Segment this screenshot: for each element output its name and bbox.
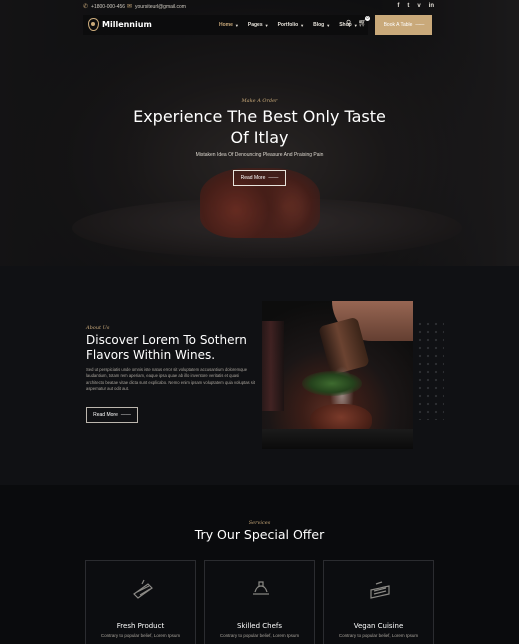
chevron-down-icon: ▼ [264,22,269,28]
card-text: Contrary to popular belief, Lorem Ipsum [338,633,419,638]
card-text: Contrary to popular belief, Lorem Ipsum [100,633,181,638]
offer-card-vegan-cuisine[interactable]: Vegan Cuisine Contrary to popular belief… [323,560,434,644]
card-title: Skilled Chefs [236,622,283,630]
about-subtitle: About Us [86,325,110,331]
offer-subtitle: Services [248,520,271,526]
nav-item-blog[interactable]: Blog ▼ [313,22,330,28]
dish-icon [366,576,394,604]
about-read-more-button[interactable]: Read More —— [86,407,138,423]
hero-subtitle: Make A Order [241,98,278,104]
main-navigation: Millennium Home ▼ Pages ▼ Portfolio ▼ Blog ▼… [83,15,371,35]
about-text: Sed ut perspiciatis unde omnis iste natu… [86,367,255,391]
hero-title: Experience The Best Only Taste Of Itlay [133,107,386,147]
twitter-icon[interactable]: t [407,3,409,9]
social-links: f t v in [397,3,434,9]
email-contact[interactable]: ✉ yoursiteurl@gmail.com [127,3,186,11]
linkedin-icon[interactable]: in [429,3,434,9]
cart-count-badge: 0 [365,16,371,21]
top-bar: ✆ +1800-000-456 ✉ yoursiteurl@gmail.com … [83,3,437,13]
brand-name: Millennium [102,20,152,29]
about-steak-image [262,301,413,449]
nav-item-home[interactable]: Home ▼ [219,22,239,28]
offer-card-skilled-chefs[interactable]: Skilled Chefs Contrary to popular belief… [204,560,315,644]
cart-icon[interactable]: 🛒︎ 0 [358,16,371,27]
offer-title: Try Our Special Offer [194,527,325,542]
hero-read-more-button[interactable]: Read More —— [233,170,286,186]
chevron-down-icon: ▼ [234,22,239,28]
nav-item-pages[interactable]: Pages ▼ [248,22,269,28]
nav-item-portfolio[interactable]: Portfolio ▼ [278,22,305,28]
book-table-button[interactable]: Book A Table —— [375,15,432,35]
about-title: Discover Lorem To Sothern Flavors Within… [86,333,247,362]
card-title: Fresh Product [116,622,165,630]
brand-logo[interactable]: Millennium [88,18,152,31]
vimeo-icon[interactable]: v [417,3,420,9]
arrow-line-icon: —— [120,412,131,418]
nav-menu: Home ▼ Pages ▼ Portfolio ▼ Blog ▼ Shop ▼ [219,15,367,35]
facebook-icon[interactable]: f [397,3,399,9]
search-icon[interactable]: ⚲ [346,19,351,27]
nav-icons: ⚲ 🛒︎ 0 [346,16,371,27]
grill-icon [128,576,156,604]
card-text: Contrary to popular belief, Lorem Ipsum [219,633,300,638]
arrow-line-icon: —— [268,175,279,181]
chevron-down-icon: ▼ [300,22,305,28]
email-address: yoursiteurl@gmail.com [135,3,186,10]
decorative-dot-pattern [416,320,444,420]
phone-contact[interactable]: ✆ +1800-000-456 [83,3,126,11]
offer-card-fresh-product[interactable]: Fresh Product Contrary to popular belief… [85,560,196,644]
phone-number: +1800-000-456 [91,3,126,10]
location-pin-logo-icon [88,18,99,31]
arrow-line-icon: —— [415,22,424,28]
hero-description: Mistaken Idea Of Denouncing Pleasure And… [195,152,324,158]
phone-icon: ✆ [83,4,89,10]
chevron-down-icon: ▼ [326,22,331,28]
chef-knife-icon [247,576,275,604]
mail-icon: ✉ [127,4,133,10]
card-title: Vegan Cuisine [353,622,404,630]
